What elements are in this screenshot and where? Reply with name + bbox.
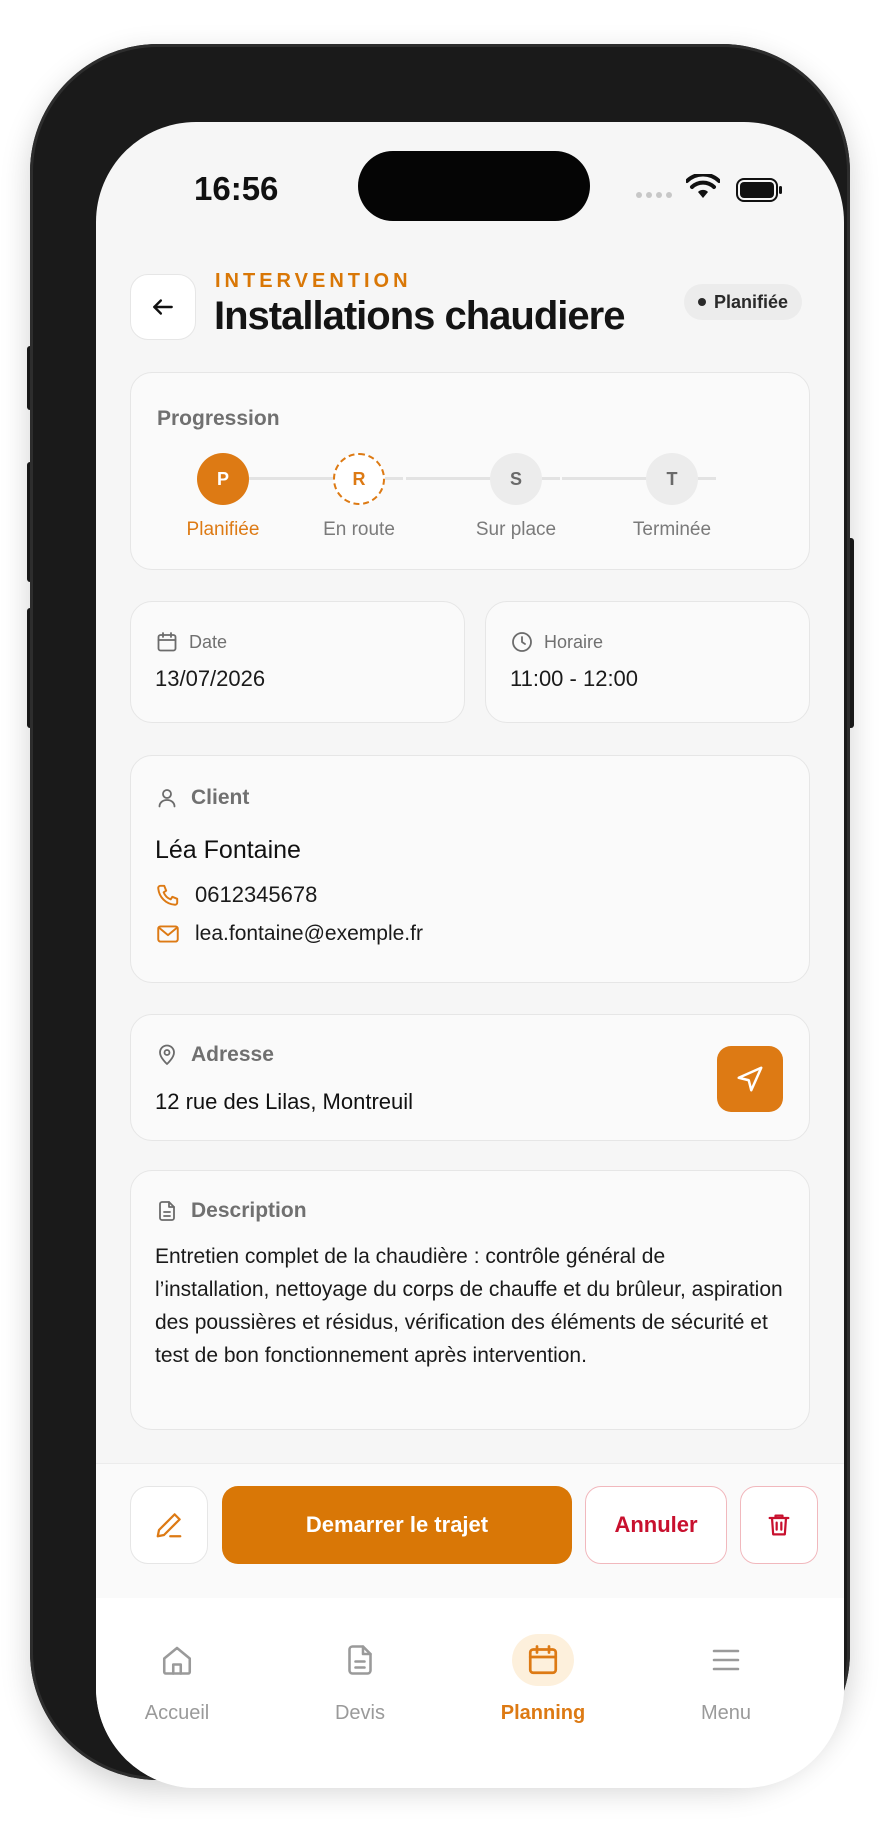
- calendar-icon: [528, 1645, 558, 1675]
- page-title: Installations chaudiere: [214, 294, 625, 338]
- bottom-tab-bar: Accueil Devis Planning Menu: [96, 1598, 844, 1788]
- status-time: 16:56: [194, 170, 279, 207]
- step-done-label: Terminée: [632, 519, 712, 540]
- user-icon: [158, 789, 176, 808]
- description-card: Description Entretien complet de la chau…: [130, 1170, 810, 1430]
- step-en-route-marker: R: [333, 453, 385, 505]
- map-pin-icon: [159, 1044, 175, 1065]
- delete-button[interactable]: [740, 1486, 818, 1564]
- tab-quotes[interactable]: Devis: [285, 1598, 435, 1728]
- progress-card: Progression P R S T Planifiée En route S…: [130, 372, 810, 570]
- document-icon: [348, 1645, 372, 1675]
- tab-planning[interactable]: Planning: [468, 1598, 618, 1728]
- client-phone-row[interactable]: 0612345678: [155, 882, 317, 908]
- description-label: Description: [191, 1199, 307, 1222]
- client-label: Client: [191, 786, 250, 809]
- tab-home[interactable]: Accueil: [102, 1598, 252, 1728]
- progress-title: Progression: [157, 407, 280, 430]
- app-screen: 16:56 INTERVENTION Installations chaudie…: [96, 122, 844, 1788]
- date-card: Date 13/07/2026: [130, 601, 465, 723]
- status-badge: Planifiée: [684, 284, 803, 320]
- edit-button[interactable]: [130, 1486, 208, 1564]
- wifi-icon: [686, 174, 720, 198]
- client-phone[interactable]: 0612345678: [195, 882, 317, 908]
- schedule-value: 11:00 - 12:00: [510, 666, 639, 691]
- schedule-card: Horaire 11:00 - 12:00: [485, 601, 810, 723]
- battery-icon: [736, 178, 782, 202]
- address-label: Adresse: [191, 1043, 274, 1066]
- schedule-label: Horaire: [544, 631, 604, 652]
- phone-frame: 16:56 INTERVENTION Installations chaudie…: [30, 44, 850, 1788]
- back-button[interactable]: [130, 274, 196, 340]
- navigate-button[interactable]: [717, 1046, 783, 1112]
- action-bar: Demarrer le trajet Annuler: [96, 1463, 844, 1598]
- clock-icon: [512, 632, 532, 652]
- address-card: Adresse 12 rue des Lilas, Montreuil: [130, 1014, 810, 1141]
- client-name: Léa Fontaine: [155, 836, 301, 864]
- menu-icon: [712, 1649, 740, 1671]
- start-trip-button[interactable]: Demarrer le trajet: [222, 1486, 572, 1564]
- client-card: Client Léa Fontaine 0612345678 lea.fonta…: [130, 755, 810, 983]
- date-value: 13/07/2026: [155, 666, 266, 691]
- tab-home-label: Accueil: [144, 1702, 210, 1724]
- step-on-site-label: Sur place: [475, 519, 557, 540]
- step-done-marker: T: [646, 453, 698, 505]
- phone-icon: [157, 884, 179, 906]
- document-icon: [159, 1201, 175, 1221]
- cellular-signal-icon: [636, 192, 672, 198]
- trash-icon: [768, 1514, 790, 1536]
- tab-planning-label: Planning: [500, 1702, 586, 1724]
- step-on-site-marker: S: [490, 453, 542, 505]
- status-dot: [698, 298, 706, 306]
- description-text: Entretien complet de la chaudière : cont…: [155, 1245, 783, 1367]
- status-badge-label: Planifiée: [714, 291, 789, 312]
- step-planned-label: Planifiée: [186, 519, 260, 540]
- cancel-button[interactable]: Annuler: [585, 1486, 727, 1564]
- step-planned-marker: P: [197, 453, 249, 505]
- client-email[interactable]: lea.fontaine@exemple.fr: [195, 922, 423, 946]
- calendar-icon: [157, 632, 177, 652]
- dynamic-island: [358, 151, 590, 221]
- page-kicker: INTERVENTION: [215, 270, 412, 292]
- tab-quotes-label: Devis: [334, 1702, 385, 1724]
- arrow-left-icon: [153, 299, 173, 315]
- home-icon: [162, 1646, 192, 1675]
- step-en-route-label: En route: [323, 519, 395, 540]
- tab-menu-label: Menu: [700, 1702, 752, 1724]
- pencil-icon: [156, 1513, 182, 1538]
- client-email-row[interactable]: lea.fontaine@exemple.fr: [155, 921, 423, 947]
- mail-icon: [157, 925, 179, 943]
- date-label: Date: [189, 631, 228, 652]
- tab-menu[interactable]: Menu: [651, 1598, 801, 1728]
- address-value: 12 rue des Lilas, Montreuil: [155, 1089, 414, 1114]
- navigation-arrow-icon: [737, 1066, 763, 1092]
